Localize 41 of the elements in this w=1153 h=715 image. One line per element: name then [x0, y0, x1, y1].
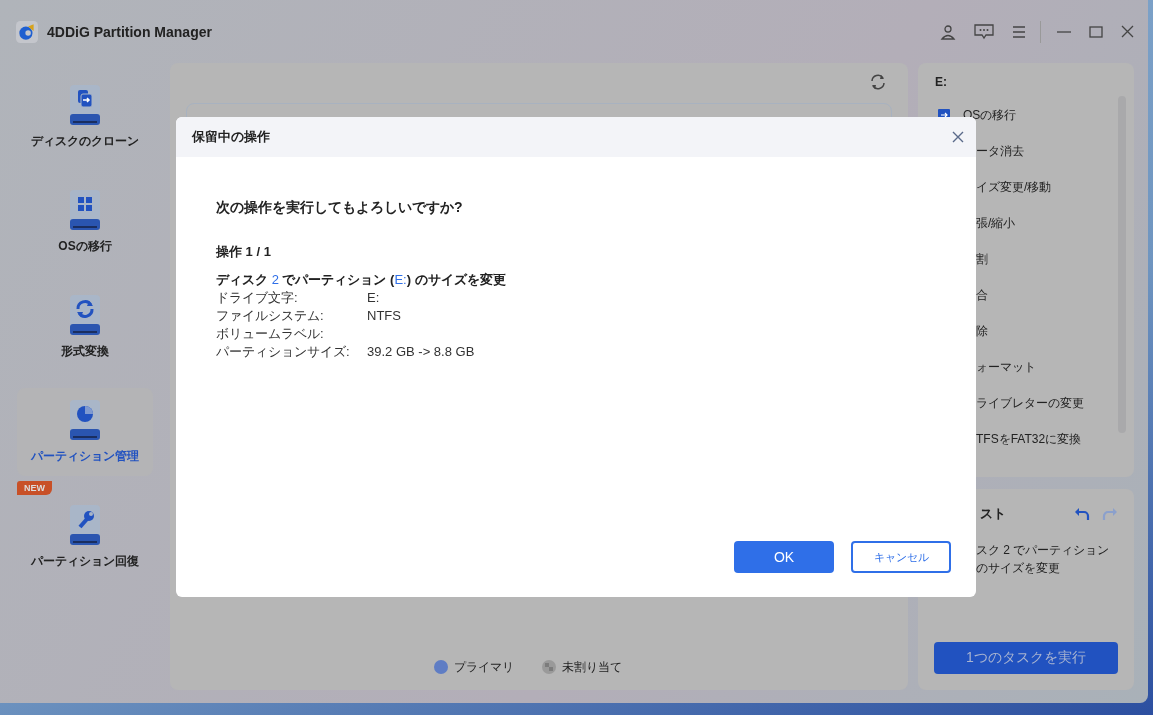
panel-title: E:	[935, 75, 948, 89]
minimize-icon[interactable]	[1057, 30, 1071, 33]
dialog-title: 保留中の操作	[192, 128, 270, 146]
app-title: 4DDiG Partition Manager	[47, 23, 212, 40]
checker-icon	[542, 660, 556, 674]
feedback-icon[interactable]	[974, 23, 994, 40]
sidebar-item[interactable]: ディスクのクローン	[17, 73, 153, 161]
detail-value: E:	[367, 289, 381, 307]
detail-label: ファイルシステム:	[216, 307, 325, 325]
task-text: スク 2 でパーティション のサイズを変更	[975, 542, 1111, 577]
detail-label: ドライブ文字:	[216, 289, 299, 307]
close-icon[interactable]	[1121, 25, 1134, 38]
operation-headline: ディスク 2 でパーティション (E:) のサイズを変更	[216, 271, 506, 289]
undo-icon[interactable]	[1074, 507, 1090, 521]
legend-label: 未割り当て	[562, 658, 622, 676]
detail-label: ボリュームラベル:	[216, 325, 325, 343]
drive-transfer-icon	[70, 84, 100, 125]
app-logo-icon	[16, 20, 38, 43]
question-text: 次の操作を実行してもよろしいですか?	[216, 199, 463, 217]
ok-button[interactable]: OK	[734, 541, 834, 573]
drive-grid-icon	[70, 189, 100, 230]
drive-pie-icon	[70, 399, 100, 440]
close-icon[interactable]	[952, 131, 964, 143]
detail-value: NTFS	[367, 307, 402, 325]
sidebar-item[interactable]: パーティション回復	[17, 493, 153, 581]
cancel-button[interactable]: キャンセル	[851, 541, 951, 573]
account-icon[interactable]	[940, 23, 956, 40]
legend-dot-icon	[434, 660, 448, 674]
drive-refresh-icon	[70, 294, 100, 335]
sidebar-item[interactable]: 形式変換	[17, 283, 153, 371]
drive-wrench-icon	[70, 504, 100, 545]
panel-title: スト	[979, 505, 1007, 523]
detail-value: 39.2 GB -> 8.8 GB	[367, 343, 475, 361]
sidebar-item[interactable]: OSの移行	[17, 178, 153, 266]
legend-label: プライマリ	[454, 658, 514, 676]
operation-counter: 操作 1 / 1	[216, 243, 271, 261]
menu-icon[interactable]	[1012, 25, 1026, 38]
new-badge: NEW	[17, 481, 52, 495]
maximize-icon[interactable]	[1089, 25, 1103, 38]
refresh-icon[interactable]	[869, 73, 887, 91]
detail-label: パーティションサイズ:	[216, 343, 351, 361]
